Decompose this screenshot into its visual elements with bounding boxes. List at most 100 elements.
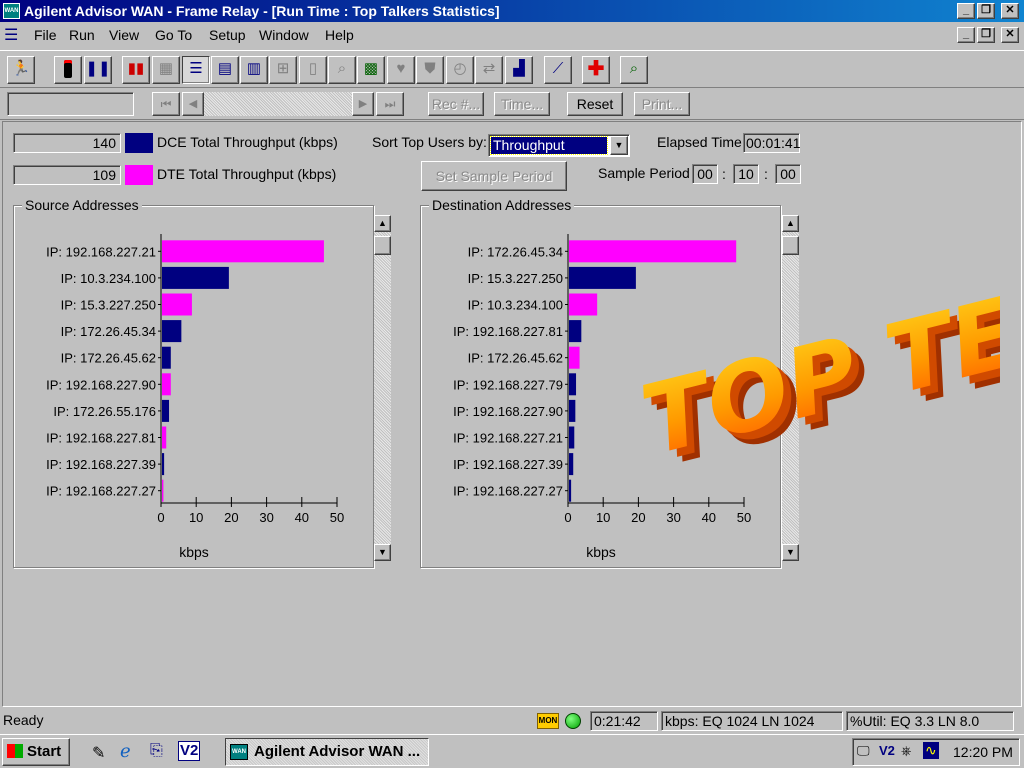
- graph-line-icon[interactable]: ⟋: [544, 56, 572, 84]
- zoom-icon[interactable]: ⌕: [328, 56, 356, 84]
- menu-view[interactable]: View: [109, 27, 139, 43]
- toolbar: 🏃 ❚❚ ▮▮ ▦ ☰ ▤ ▥ ⊞ ▯ ⌕ ▩ ♥ ⛊ ◴ ⇄ ▟ ⟋ ✚ ⌕: [0, 50, 1024, 88]
- menu-bar: ☰ File Run View Go To Setup Window Help …: [0, 24, 1024, 46]
- taskbar: Start ✎ ℯ ⎘ V2 WAN Agilent Advisor WAN .…: [0, 734, 1024, 768]
- task-agilent-advisor[interactable]: WAN Agilent Advisor WAN ...: [225, 738, 429, 766]
- scroll-up-icon[interactable]: ▲: [374, 215, 391, 232]
- tray-clock: 12:20 PM: [953, 744, 1013, 760]
- network-icon[interactable]: ⎘: [150, 742, 163, 760]
- destination-bar: [569, 293, 598, 316]
- title-bar: WAN Agilent Advisor WAN - Frame Relay - …: [0, 0, 1024, 22]
- record-slider-track[interactable]: [204, 92, 352, 116]
- sort-dropdown[interactable]: Throughput ▼: [488, 134, 630, 157]
- histogram-icon[interactable]: ▟: [505, 56, 533, 84]
- pause-icon[interactable]: ❚❚: [84, 56, 112, 84]
- mdi-menu-icon[interactable]: ☰: [4, 25, 18, 45]
- v2-icon[interactable]: V2: [178, 741, 201, 761]
- destination-x-tick-label: 0: [564, 510, 571, 525]
- swap-icon[interactable]: ⇄: [475, 56, 503, 84]
- child-minimize-button[interactable]: _: [957, 27, 975, 43]
- record-field[interactable]: [7, 92, 134, 116]
- prev-record-button[interactable]: ◀: [182, 92, 204, 116]
- reset-button[interactable]: Reset: [567, 92, 623, 116]
- browser-icon[interactable]: ℯ: [120, 741, 131, 762]
- source-scrollbar[interactable]: ▲ ▼: [374, 215, 391, 561]
- source-category-label: IP: 192.168.227.27: [46, 484, 156, 499]
- sample-seconds[interactable]: 00: [775, 164, 801, 184]
- restore-button[interactable]: ❐: [977, 3, 995, 19]
- heart-icon[interactable]: ♥: [387, 56, 415, 84]
- run-person-icon[interactable]: 🏃: [7, 56, 35, 84]
- scroll-thumb[interactable]: [374, 236, 391, 255]
- bar-chart-icon[interactable]: ▮▮: [122, 56, 150, 84]
- source-bar: [162, 479, 164, 502]
- child-restore-button[interactable]: ❐: [977, 27, 995, 43]
- close-button[interactable]: ✕: [1001, 3, 1019, 19]
- destination-bar: [569, 453, 574, 476]
- magnify-chart-icon[interactable]: ⌕: [620, 56, 648, 84]
- source-bar: [162, 266, 229, 289]
- destination-category-label: IP: 192.168.227.90: [453, 404, 563, 419]
- chart-a-icon[interactable]: ▦: [152, 56, 180, 84]
- tray-v2-icon[interactable]: V2: [879, 743, 895, 758]
- sample-minutes[interactable]: 10: [733, 164, 759, 184]
- table-c-icon[interactable]: ▯: [299, 56, 327, 84]
- print-button[interactable]: Print...: [634, 92, 690, 116]
- destination-category-label: IP: 192.168.227.21: [453, 431, 563, 446]
- table-a-icon[interactable]: ▤: [211, 56, 239, 84]
- source-category-label: IP: 192.168.227.39: [46, 457, 156, 472]
- source-x-tick-label: 0: [157, 510, 164, 525]
- first-record-button[interactable]: ⏮: [152, 92, 180, 116]
- status-kbps: kbps: EQ 1024 LN 1024: [661, 711, 843, 731]
- stoplight-icon[interactable]: [54, 56, 82, 84]
- status-util: %Util: EQ 3.3 LN 8.0: [846, 711, 1014, 731]
- source-category-label: IP: 172.26.45.34: [61, 324, 156, 339]
- source-bar: [162, 373, 171, 396]
- grid-icon[interactable]: ⊞: [269, 56, 297, 84]
- menu-window[interactable]: Window: [259, 27, 309, 43]
- shield-icon[interactable]: ⛊: [416, 56, 444, 84]
- scroll-down-icon[interactable]: ▼: [782, 544, 799, 561]
- dial-icon[interactable]: ◴: [446, 56, 474, 84]
- table-b-icon[interactable]: ▥: [240, 56, 268, 84]
- start-button[interactable]: Start: [2, 738, 70, 766]
- dce-color-swatch: [125, 133, 153, 153]
- source-category-label: IP: 192.168.227.90: [46, 377, 156, 392]
- grid-color-icon[interactable]: ▩: [357, 56, 385, 84]
- minimize-button[interactable]: _: [957, 3, 975, 19]
- status-ready: Ready: [3, 712, 44, 728]
- menu-help[interactable]: Help: [325, 27, 354, 43]
- start-label: Start: [27, 743, 62, 760]
- time-button[interactable]: Time...: [494, 92, 550, 116]
- red-cross-icon[interactable]: ✚: [582, 56, 610, 84]
- source-category-label: IP: 192.168.227.21: [46, 244, 156, 259]
- menu-setup[interactable]: Setup: [209, 27, 246, 43]
- destination-category-label: IP: 192.168.227.81: [453, 324, 563, 339]
- chevron-down-icon[interactable]: ▼: [610, 136, 628, 155]
- menu-run[interactable]: Run: [69, 27, 95, 43]
- sort-label: Sort Top Users by:: [372, 134, 487, 150]
- tray-network-icon[interactable]: ⎈: [901, 743, 911, 759]
- tray-monitor-icon[interactable]: 🖵: [857, 743, 870, 759]
- destination-x-tick-label: 10: [596, 510, 610, 525]
- edit-icon[interactable]: ✎: [92, 743, 105, 763]
- sample-hours[interactable]: 00: [692, 164, 718, 184]
- menu-file[interactable]: File: [34, 27, 57, 43]
- rec-button[interactable]: Rec #...: [428, 92, 484, 116]
- sample-period-label: Sample Period: [598, 165, 690, 181]
- colon-separator: :: [722, 166, 726, 182]
- scroll-down-icon[interactable]: ▼: [374, 544, 391, 561]
- menu-goto[interactable]: Go To: [155, 27, 192, 43]
- list-view-icon[interactable]: ☰: [182, 56, 210, 84]
- destination-bar: [569, 426, 575, 449]
- source-x-axis-label: kbps: [179, 544, 209, 560]
- child-close-button[interactable]: ✕: [1001, 27, 1019, 43]
- set-sample-period-button[interactable]: Set Sample Period: [421, 161, 567, 191]
- source-category-label: IP: 10.3.234.100: [61, 271, 156, 286]
- last-record-button[interactable]: ⏭: [376, 92, 404, 116]
- next-record-button[interactable]: ▶: [352, 92, 374, 116]
- destination-x-tick-label: 20: [631, 510, 645, 525]
- tray-pulse-icon[interactable]: ∿: [923, 742, 939, 759]
- dce-total-label: DCE Total Throughput (kbps): [157, 134, 338, 150]
- scroll-up-icon[interactable]: ▲: [782, 215, 799, 232]
